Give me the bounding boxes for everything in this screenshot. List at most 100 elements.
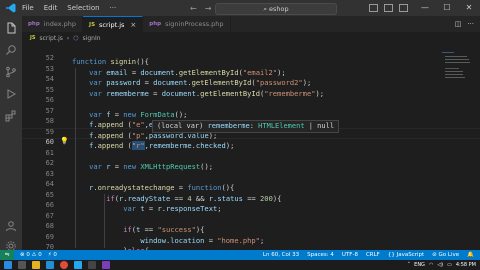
language-mode[interactable]: {} JavaScript: [388, 252, 424, 258]
breadcrumb-file[interactable]: script.js: [39, 35, 62, 42]
code-line: r.onreadystatechange = function(){: [89, 183, 235, 192]
ports-indicator[interactable]: ⚡ 0: [48, 252, 57, 258]
taskbar-search-icon[interactable]: [18, 261, 26, 269]
chrome-icon[interactable]: [60, 261, 68, 269]
windows-start-icon[interactable]: [4, 261, 12, 269]
php-file-icon: php: [28, 21, 40, 27]
code-line: function signin(){: [72, 57, 149, 66]
toggle-panel-icon[interactable]: [384, 4, 393, 12]
tab-signinprocess-php[interactable]: php signinProcess.php: [143, 16, 231, 32]
taskbar-apps: [4, 261, 110, 269]
minimap[interactable]: [442, 48, 472, 138]
toggle-secondary-sidebar-icon[interactable]: [399, 4, 408, 12]
cursor-position[interactable]: Ln 60, Col 33: [263, 252, 299, 258]
minimize-icon[interactable]: —: [414, 0, 436, 16]
notifications-bell-icon[interactable]: 🔔: [467, 252, 474, 258]
tab-index-php[interactable]: php index.php: [22, 16, 84, 32]
problems-count[interactable]: ⊗ 0 ⚠ 0: [20, 252, 42, 258]
line-number-current: 60: [45, 138, 54, 146]
explorer-icon[interactable]: [5, 22, 17, 34]
tab-label: signinProcess.php: [165, 20, 224, 28]
line-number: 67: [45, 211, 54, 220]
line-number: 54: [45, 75, 54, 83]
menu-edit[interactable]: Edit: [44, 0, 58, 16]
js-file-icon: JS: [30, 35, 36, 41]
forward-arrow-icon[interactable]: →: [205, 4, 212, 13]
terminal-icon[interactable]: [88, 261, 96, 269]
file-explorer-icon[interactable]: [32, 261, 40, 269]
php-file-icon: php: [149, 21, 162, 27]
tooltip-name: rememberme: [207, 122, 250, 130]
line-number: 63: [45, 169, 54, 178]
line-ending[interactable]: CRLF: [366, 252, 380, 258]
line-number: 68: [45, 222, 54, 230]
code-line: var email = document.getElementById("ema…: [89, 67, 286, 77]
line-number: 66: [45, 201, 54, 209]
code-line: window.location = "home.php";: [140, 235, 265, 245]
breadcrumb: JS script.js › ⬡ signIn: [22, 32, 480, 44]
close-icon[interactable]: ✕: [458, 0, 480, 16]
code-line: var password = document.getElementById("…: [89, 78, 312, 87]
search-icon[interactable]: [5, 44, 17, 56]
code-line: if(r.readyState == 4 && r.status == 200)…: [106, 193, 282, 203]
more-actions-icon[interactable]: ···: [467, 20, 474, 28]
js-file-icon: JS: [89, 21, 96, 28]
close-tab-icon[interactable]: ×: [130, 21, 136, 29]
wifi-icon[interactable]: ◠: [429, 262, 433, 268]
account-icon[interactable]: [5, 220, 17, 232]
line-number-gutter: 52 53 54 55 56 57 58 59 60 61 62 63 64 6…: [22, 44, 60, 260]
maximize-icon[interactable]: ☐: [436, 0, 458, 16]
hover-tooltip: (local var) rememberme: HTMLElement | nu…: [152, 120, 340, 133]
tab-label: index.php: [43, 20, 77, 28]
split-editor-icon[interactable]: ◫: [455, 20, 462, 28]
back-arrow-icon[interactable]: ←: [190, 4, 197, 13]
line-number: 53: [45, 64, 54, 73]
menu-file[interactable]: File: [22, 0, 34, 16]
code-line: var t = r.responseText;: [123, 204, 222, 213]
indentation[interactable]: Spaces: 4: [307, 252, 334, 258]
battery-icon[interactable]: ▭: [447, 262, 452, 268]
line-number: 61: [45, 148, 54, 157]
menu-more[interactable]: ···: [110, 0, 117, 16]
menu-selection[interactable]: Selection: [67, 0, 99, 16]
line-number: 56: [45, 96, 54, 104]
title-bar: File Edit Selection ··· ← → ⌕ eshop — ☐ …: [0, 0, 480, 16]
function-symbol-icon: ⬡: [73, 34, 79, 42]
editor-tabs: php index.php JS script.js × php signinP…: [22, 16, 480, 32]
tab-actions: ◫ ···: [455, 16, 474, 32]
volume-icon[interactable]: ◁): [437, 262, 443, 268]
tray-chevron-icon[interactable]: ˄: [408, 262, 411, 268]
window-controls: — ☐ ✕: [414, 0, 480, 16]
code-editor[interactable]: 52 53 54 55 56 57 58 59 60 61 62 63 64 6…: [22, 44, 480, 260]
toggle-sidebar-icon[interactable]: [369, 4, 378, 12]
lightbulb-icon[interactable]: 💡: [60, 137, 69, 145]
extensions-icon[interactable]: [5, 110, 17, 122]
app-icon[interactable]: [102, 261, 110, 269]
activity-bar: [0, 16, 22, 260]
breadcrumb-symbol[interactable]: signIn: [83, 35, 101, 42]
run-debug-icon[interactable]: [5, 88, 17, 100]
encoding[interactable]: UTF-8: [342, 252, 358, 258]
go-live-button[interactable]: ⊘ Go Live: [432, 252, 459, 258]
system-tray: ˄ ENG ◠ ◁) ▭ 4:58 PM: [408, 260, 476, 270]
code-line: var rememberme = document.getElementById…: [89, 88, 325, 98]
line-number: 52: [45, 54, 54, 62]
line-number: 58: [45, 117, 54, 125]
remote-indicator-icon[interactable]: ⇋: [0, 250, 14, 260]
tooltip-type: HTMLElement: [258, 122, 305, 130]
nav-arrows: ← →: [190, 0, 211, 16]
vscode-logo-icon: [6, 3, 16, 13]
tab-script-js[interactable]: JS script.js ×: [83, 16, 144, 32]
browser-icon[interactable]: [46, 261, 54, 269]
status-left: ⇋ ⊗ 0 ⚠ 0 ⚡ 0: [0, 250, 57, 260]
clock[interactable]: 4:58 PM: [456, 262, 476, 268]
line-number: 59: [45, 127, 54, 136]
code-line: var r = new XMLHttpRequest();: [89, 162, 213, 171]
source-control-icon[interactable]: [5, 66, 17, 78]
line-number: 55: [45, 85, 54, 94]
line-number: 64: [45, 180, 54, 188]
line-number: 57: [45, 106, 54, 115]
vscode-taskbar-icon[interactable]: [74, 261, 82, 269]
command-center-search[interactable]: ⌕ eshop: [215, 3, 337, 15]
tray-language[interactable]: ENG: [414, 262, 425, 268]
